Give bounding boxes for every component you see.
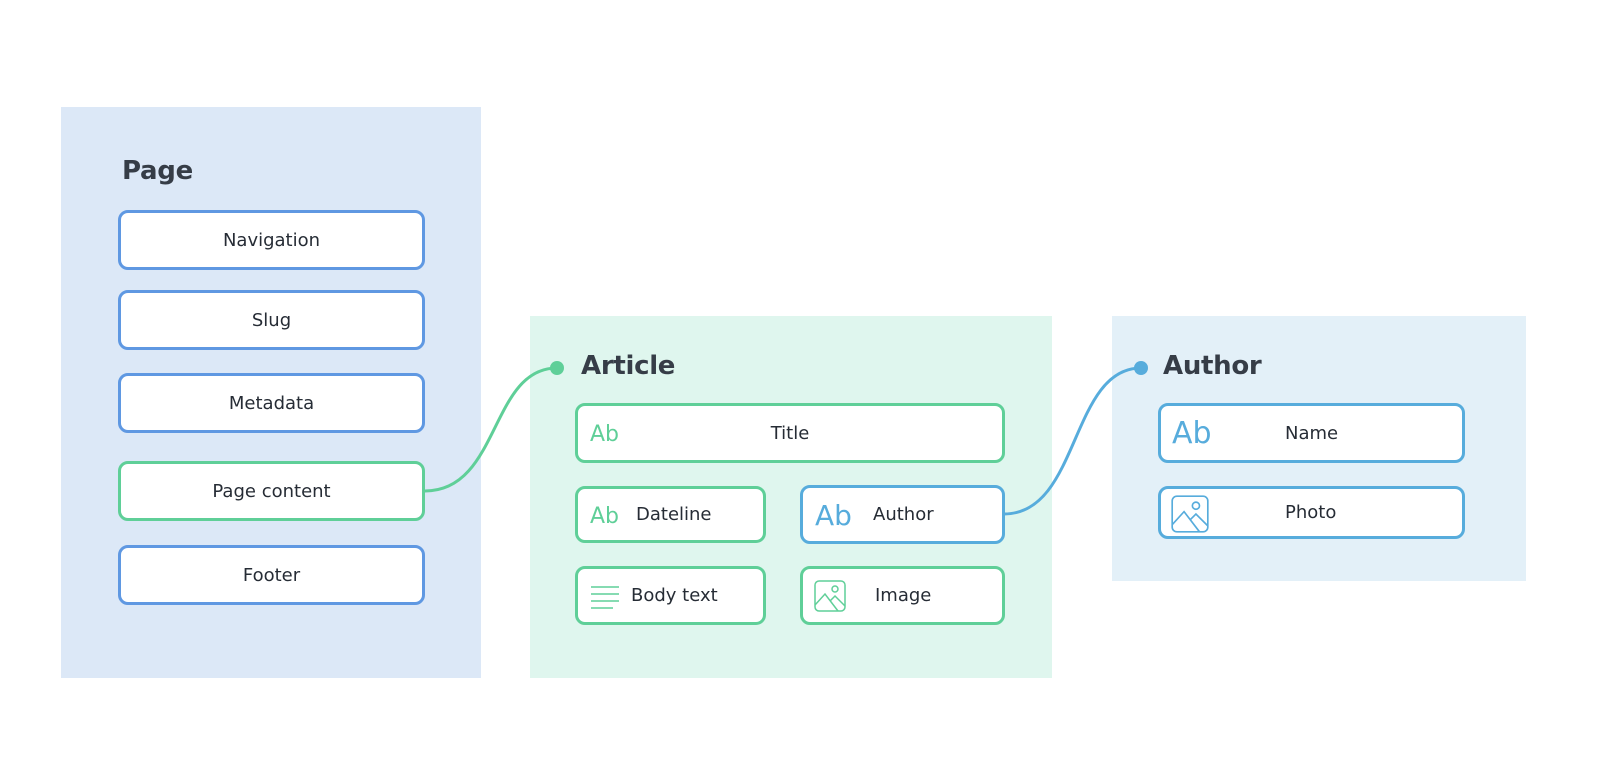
field-label: Title: [770, 422, 810, 444]
author-field-photo[interactable]: Photo: [1158, 486, 1465, 539]
article-field-title[interactable]: Ab Title: [575, 403, 1005, 463]
lines-icon: [591, 586, 619, 609]
article-title: Article: [581, 351, 676, 381]
article-field-image[interactable]: Image: [800, 566, 1005, 625]
page-field-footer[interactable]: Footer: [118, 545, 425, 605]
text-ab-icon: Ab: [590, 422, 620, 447]
article-field-dateline[interactable]: Ab Dateline: [575, 486, 766, 543]
article-field-body-text[interactable]: Body text: [575, 566, 766, 625]
field-label: Footer: [242, 564, 301, 586]
field-label: Metadata: [228, 392, 315, 414]
field-label: Body text: [631, 585, 718, 606]
image-icon: [1171, 495, 1209, 533]
connector-author-to-author: [1003, 366, 1142, 516]
connector-page-content-to-article: [424, 366, 558, 493]
field-label: Image: [875, 585, 932, 606]
article-field-author[interactable]: Ab Author: [800, 485, 1005, 544]
image-icon: [814, 580, 846, 612]
text-ab-icon: Ab: [590, 504, 620, 529]
text-ab-icon: Ab: [1172, 416, 1212, 451]
field-label: Slug: [251, 309, 292, 331]
page-field-page-content[interactable]: Page content: [118, 461, 425, 521]
field-label: Dateline: [636, 504, 712, 525]
field-label: Author: [873, 504, 934, 525]
connector-dot-article: [550, 361, 564, 375]
page-field-slug[interactable]: Slug: [118, 290, 425, 350]
field-label: Name: [1285, 422, 1339, 444]
field-label: Photo: [1285, 502, 1337, 523]
page-field-metadata[interactable]: Metadata: [118, 373, 425, 433]
author-title: Author: [1163, 351, 1262, 381]
author-field-name[interactable]: Ab Name: [1158, 403, 1465, 463]
text-ab-icon: Ab: [815, 499, 852, 532]
field-label: Page content: [212, 480, 331, 502]
page-field-navigation[interactable]: Navigation: [118, 210, 425, 270]
connector-dot-author: [1134, 361, 1148, 375]
field-label: Navigation: [222, 229, 321, 251]
page-title: Page: [122, 156, 193, 186]
